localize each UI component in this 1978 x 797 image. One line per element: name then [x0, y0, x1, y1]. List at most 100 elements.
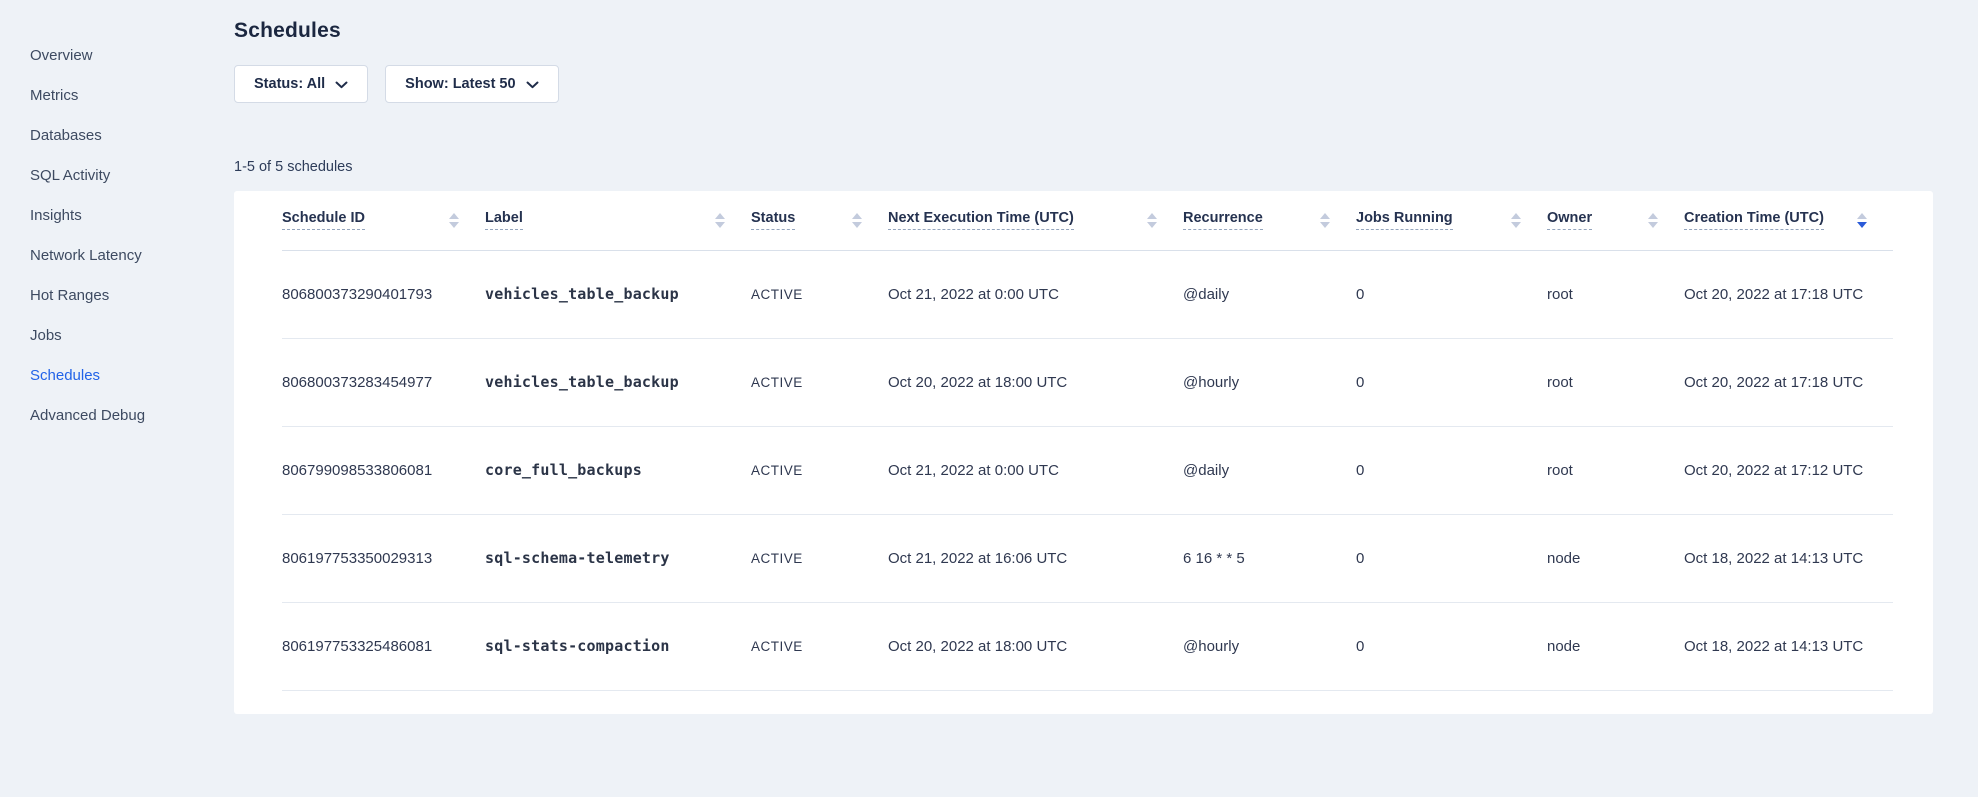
- cell-jobs-running: 0: [1356, 514, 1547, 602]
- cell-creation-time: Oct 20, 2022 at 17:18 UTC: [1684, 338, 1893, 426]
- sort-asc-icon: [1648, 213, 1658, 219]
- cell-owner: root: [1547, 250, 1684, 338]
- column-header-recurrence[interactable]: Recurrence: [1183, 191, 1356, 250]
- sidebar-item-network-latency[interactable]: Network Latency: [0, 235, 215, 275]
- sort-asc-icon: [1320, 213, 1330, 219]
- sort-icon: [715, 213, 725, 228]
- schedules-table: Schedule ID Label Status Next Execution Tim…: [282, 191, 1893, 691]
- cell-label: core_full_backups: [485, 426, 751, 514]
- cell-jobs-running: 0: [1356, 602, 1547, 690]
- cell-creation-time: Oct 20, 2022 at 17:18 UTC: [1684, 250, 1893, 338]
- column-label: Jobs Running: [1356, 210, 1453, 230]
- sidebar-item-insights[interactable]: Insights: [0, 195, 215, 235]
- sort-icon: [1857, 213, 1867, 228]
- table-row: 806800373290401793vehicles_table_backupA…: [282, 250, 1893, 338]
- column-header-creation-time-utc[interactable]: Creation Time (UTC): [1684, 191, 1893, 250]
- cell-jobs-running: 0: [1356, 250, 1547, 338]
- sort-asc-icon: [1147, 213, 1157, 219]
- sort-asc-icon: [715, 213, 725, 219]
- sort-icon: [1648, 213, 1658, 228]
- cell-jobs-running: 0: [1356, 426, 1547, 514]
- sidebar-item-sql-activity[interactable]: SQL Activity: [0, 155, 215, 195]
- sidebar-item-hot-ranges[interactable]: Hot Ranges: [0, 275, 215, 315]
- cell-label: sql-stats-compaction: [485, 602, 751, 690]
- show-filter-dropdown[interactable]: Show: Latest 50: [385, 65, 558, 103]
- sort-desc-icon: [1511, 222, 1521, 228]
- sort-icon: [1147, 213, 1157, 228]
- app: OverviewMetricsDatabasesSQL ActivityInsi…: [0, 19, 1978, 714]
- column-header-jobs-running[interactable]: Jobs Running: [1356, 191, 1547, 250]
- filters-bar: Status: All Show: Latest 50: [234, 65, 1978, 103]
- table-header-row: Schedule ID Label Status Next Execution Tim…: [282, 191, 1893, 250]
- cell-status: ACTIVE: [751, 426, 888, 514]
- sidebar-item-overview[interactable]: Overview: [0, 35, 215, 75]
- chevron-down-icon: [335, 81, 348, 89]
- sidebar-item-metrics[interactable]: Metrics: [0, 75, 215, 115]
- sidebar: OverviewMetricsDatabasesSQL ActivityInsi…: [0, 35, 215, 435]
- cell-schedule-id: 806197753325486081: [282, 602, 485, 690]
- sort-desc-icon: [449, 222, 459, 228]
- sort-icon: [1511, 213, 1521, 228]
- column-header-label[interactable]: Label: [485, 191, 751, 250]
- cell-next-execution: Oct 20, 2022 at 18:00 UTC: [888, 602, 1183, 690]
- page-title: Schedules: [234, 19, 1978, 43]
- status-filter-label: Status: All: [254, 76, 325, 92]
- column-label: Creation Time (UTC): [1684, 210, 1824, 230]
- column-header-owner[interactable]: Owner: [1547, 191, 1684, 250]
- cell-recurrence: @hourly: [1183, 602, 1356, 690]
- cell-creation-time: Oct 20, 2022 at 17:12 UTC: [1684, 426, 1893, 514]
- column-header-next-execution-time-utc[interactable]: Next Execution Time (UTC): [888, 191, 1183, 250]
- cell-next-execution: Oct 20, 2022 at 18:00 UTC: [888, 338, 1183, 426]
- cell-recurrence: @hourly: [1183, 338, 1356, 426]
- table-row: 806799098533806081core_full_backupsACTIV…: [282, 426, 1893, 514]
- cell-next-execution: Oct 21, 2022 at 0:00 UTC: [888, 250, 1183, 338]
- cell-label: vehicles_table_backup: [485, 250, 751, 338]
- sidebar-item-advanced-debug[interactable]: Advanced Debug: [0, 395, 215, 435]
- cell-owner: root: [1547, 426, 1684, 514]
- show-filter-label: Show: Latest 50: [405, 76, 515, 92]
- chevron-down-icon: [526, 81, 539, 89]
- column-header-status[interactable]: Status: [751, 191, 888, 250]
- sort-icon: [852, 213, 862, 228]
- cell-creation-time: Oct 18, 2022 at 14:13 UTC: [1684, 602, 1893, 690]
- sidebar-item-jobs[interactable]: Jobs: [0, 315, 215, 355]
- sort-desc-icon: [1857, 222, 1867, 228]
- cell-recurrence: @daily: [1183, 250, 1356, 338]
- sort-desc-icon: [1320, 222, 1330, 228]
- table-row: 806800373283454977vehicles_table_backupA…: [282, 338, 1893, 426]
- cell-status: ACTIVE: [751, 338, 888, 426]
- sidebar-item-databases[interactable]: Databases: [0, 115, 215, 155]
- column-label: Schedule ID: [282, 210, 365, 230]
- cell-owner: node: [1547, 514, 1684, 602]
- cell-recurrence: 6 16 * * 5: [1183, 514, 1356, 602]
- column-label: Recurrence: [1183, 210, 1263, 230]
- cell-jobs-running: 0: [1356, 338, 1547, 426]
- cell-schedule-id: 806800373283454977: [282, 338, 485, 426]
- sort-desc-icon: [1147, 222, 1157, 228]
- status-filter-dropdown[interactable]: Status: All: [234, 65, 368, 103]
- column-label: Status: [751, 210, 795, 230]
- column-header-schedule-id[interactable]: Schedule ID: [282, 191, 485, 250]
- cell-owner: root: [1547, 338, 1684, 426]
- sort-asc-icon: [1857, 213, 1867, 219]
- sort-icon: [449, 213, 459, 228]
- cell-status: ACTIVE: [751, 250, 888, 338]
- sort-asc-icon: [449, 213, 459, 219]
- sort-desc-icon: [1648, 222, 1658, 228]
- column-label: Next Execution Time (UTC): [888, 210, 1074, 230]
- cell-recurrence: @daily: [1183, 426, 1356, 514]
- sidebar-item-schedules[interactable]: Schedules: [0, 355, 215, 395]
- cell-status: ACTIVE: [751, 514, 888, 602]
- cell-label: sql-schema-telemetry: [485, 514, 751, 602]
- cell-schedule-id: 806800373290401793: [282, 250, 485, 338]
- main-content: Schedules Status: All Show: Latest 50 1-…: [234, 19, 1978, 714]
- cell-label: vehicles_table_backup: [485, 338, 751, 426]
- cell-status: ACTIVE: [751, 602, 888, 690]
- sort-desc-icon: [715, 222, 725, 228]
- cell-schedule-id: 806799098533806081: [282, 426, 485, 514]
- cell-next-execution: Oct 21, 2022 at 0:00 UTC: [888, 426, 1183, 514]
- schedules-table-card: Schedule ID Label Status Next Execution Tim…: [234, 191, 1933, 714]
- sort-asc-icon: [1511, 213, 1521, 219]
- column-label: Label: [485, 210, 523, 230]
- column-label: Owner: [1547, 210, 1592, 230]
